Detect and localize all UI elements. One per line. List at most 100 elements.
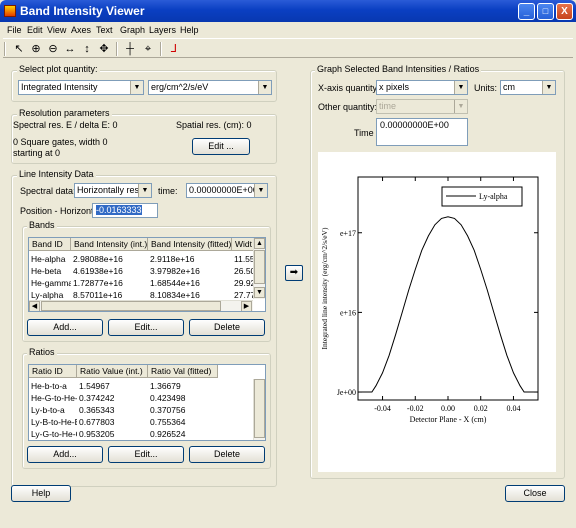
pan-vertical-icon[interactable]: ↕: [79, 41, 95, 57]
scroll-down-icon[interactable]: ▼: [254, 287, 265, 298]
legend-label: Ly-alpha: [479, 192, 508, 201]
crosshair-circle-icon[interactable]: ⌖: [140, 41, 156, 57]
menu-layers[interactable]: Layers: [149, 25, 176, 35]
crosshair-icon[interactable]: ┼: [122, 41, 138, 57]
bands-edit-button[interactable]: Edit...: [108, 319, 184, 336]
table-row[interactable]: Ly-B-to-He-B 0.677803 0.755364: [29, 416, 265, 428]
y-tick-label: Je+00: [337, 388, 356, 397]
units-label: Units:: [474, 83, 498, 93]
table-row[interactable]: Ly-G-to-He-G 0.953205 0.926524: [29, 428, 265, 440]
position-field[interactable]: -0.0163333: [92, 203, 158, 218]
x-axis-select[interactable]: x pixels ▼: [376, 80, 468, 95]
menu-help[interactable]: Help: [180, 25, 199, 35]
chevron-down-icon: ▼: [454, 100, 467, 113]
ratios-vertical-scrollbar[interactable]: [253, 379, 265, 440]
chevron-down-icon: ▼: [454, 81, 467, 94]
y-tick-label: e+16: [340, 308, 356, 317]
x-tick-label: 0.04: [506, 404, 520, 413]
send-to-graph-button[interactable]: ➡: [285, 265, 303, 281]
bands-label: Bands: [27, 220, 57, 230]
table-cell: Ly-G-to-He-G: [31, 429, 77, 439]
ratios-delete-button[interactable]: Delete: [189, 446, 265, 463]
scroll-up-icon[interactable]: ▲: [254, 238, 265, 249]
table-cell: He-gamma: [31, 278, 71, 288]
spectral-data-select[interactable]: Horizontally resolv ▼: [74, 183, 152, 198]
x-tick-label: 0.02: [474, 404, 488, 413]
toolbar-separator: [160, 42, 162, 56]
toolbar-separator: [116, 42, 118, 56]
table-cell: 0.677803: [79, 417, 115, 427]
table-cell: 0.370756: [150, 405, 186, 415]
bands-vertical-scrollbar[interactable]: ▲ ▼: [253, 238, 265, 299]
time-select[interactable]: 0.00000000E+00 ▼: [186, 183, 268, 198]
table-row[interactable]: He-G-to-He-B 0.374242 0.423498: [29, 392, 265, 404]
maximize-button[interactable]: □: [537, 3, 554, 20]
resolution-edit-button[interactable]: Edit ...: [192, 138, 250, 155]
gates-start: starting at 0: [13, 148, 61, 158]
plot-unit-select[interactable]: erg/cm^2/s/eV ▼: [148, 80, 272, 95]
bands-horizontal-scrollbar[interactable]: ◀ ▶: [29, 300, 253, 311]
close-window-button[interactable]: X: [556, 3, 573, 20]
table-cell: 4.61938e+16: [73, 266, 123, 276]
axes-icon[interactable]: ⅃: [166, 41, 182, 57]
table-cell: 1.54967: [79, 381, 110, 391]
menu-graph[interactable]: Graph: [120, 25, 145, 35]
bands-table[interactable]: Band ID Band Intensity (int.) Band Inten…: [28, 237, 266, 312]
help-button[interactable]: Help: [11, 485, 71, 502]
zoom-in-icon[interactable]: ⊕: [28, 41, 44, 57]
units-select[interactable]: cm ▼: [500, 80, 556, 95]
table-cell: Ly-b-to-a: [31, 405, 65, 415]
menu-bar: File Edit View Axes Text Graph Layers He…: [0, 22, 576, 37]
pan-horizontal-icon[interactable]: ↔: [62, 41, 78, 57]
table-cell: He-G-to-He-B: [31, 393, 77, 403]
bands-column-header[interactable]: Band Intensity (fitted): [148, 238, 232, 251]
minimize-button[interactable]: _: [518, 3, 535, 20]
table-cell: 3.97982e+16: [150, 266, 200, 276]
zoom-out-icon[interactable]: ⊖: [45, 41, 61, 57]
bands-delete-button[interactable]: Delete: [189, 319, 265, 336]
table-row[interactable]: Ly-b-to-a 0.365343 0.370756: [29, 404, 265, 416]
table-row[interactable]: He-alpha 2.98088e+16 2.9118e+16 11.55: [29, 253, 265, 265]
table-row[interactable]: He-gamma 1.72877e+16 1.68544e+16 29.92: [29, 277, 265, 289]
table-cell: 0.755364: [150, 417, 186, 427]
arrow-right-icon: ➡: [289, 267, 299, 278]
plot-quantity-select[interactable]: Integrated Intensity ▼: [18, 80, 144, 95]
table-cell: Ly-B-to-He-B: [31, 417, 77, 427]
intensity-chart: -0.04 -0.02 0.00 0.02 0.04 Je+00 e+16 e+17 Detec…: [320, 176, 539, 424]
close-button[interactable]: Close: [505, 485, 565, 502]
x-axis-label: X-axis quantity:: [318, 83, 380, 93]
chevron-down-icon: ▼: [258, 81, 271, 94]
table-row[interactable]: He-beta 4.61938e+16 3.97982e+16 26.50: [29, 265, 265, 277]
bands-add-button[interactable]: Add...: [27, 319, 103, 336]
plot-area[interactable]: -0.04 -0.02 0.00 0.02 0.04 Je+00 e+16 e+17 Detec…: [318, 152, 556, 472]
ratios-add-button[interactable]: Add...: [27, 446, 103, 463]
bands-column-header[interactable]: Band Intensity (int.): [71, 238, 148, 251]
ratios-column-header[interactable]: Ratio Val (fitted): [148, 365, 218, 378]
ratios-edit-button[interactable]: Edit...: [108, 446, 184, 463]
window-title: Band Intensity Viewer: [20, 4, 145, 18]
ratios-label: Ratios: [27, 347, 57, 357]
menu-edit[interactable]: Edit: [27, 25, 43, 35]
menu-text[interactable]: Text: [96, 25, 113, 35]
table-cell: He-beta: [31, 266, 62, 276]
ratios-column-header[interactable]: Ratio ID: [29, 365, 77, 378]
scroll-right-icon[interactable]: ▶: [241, 301, 252, 311]
table-cell: 1.72877e+16: [73, 278, 123, 288]
series-line: [358, 216, 538, 393]
menu-file[interactable]: File: [7, 25, 22, 35]
pan-icon[interactable]: ✥: [96, 41, 112, 57]
menu-axes[interactable]: Axes: [71, 25, 91, 35]
ratios-table[interactable]: Ratio ID Ratio Value (int.) Ratio Val (f…: [28, 364, 266, 441]
scroll-thumb[interactable]: [254, 250, 265, 284]
table-cell: 0.423498: [150, 393, 186, 403]
ratios-column-header[interactable]: Ratio Value (int.): [77, 365, 148, 378]
pointer-icon[interactable]: ↖: [11, 41, 27, 57]
table-row[interactable]: He-b-to-a 1.54967 1.36679: [29, 380, 265, 392]
scroll-thumb[interactable]: [41, 301, 221, 311]
menu-view[interactable]: View: [47, 25, 66, 35]
scroll-thumb[interactable]: [254, 379, 265, 438]
other-quantity-select[interactable]: time ▼: [376, 99, 468, 114]
scroll-left-icon[interactable]: ◀: [29, 301, 40, 311]
graph-time-field[interactable]: 0.00000000E+00: [376, 118, 468, 146]
bands-column-header[interactable]: Band ID: [29, 238, 71, 251]
